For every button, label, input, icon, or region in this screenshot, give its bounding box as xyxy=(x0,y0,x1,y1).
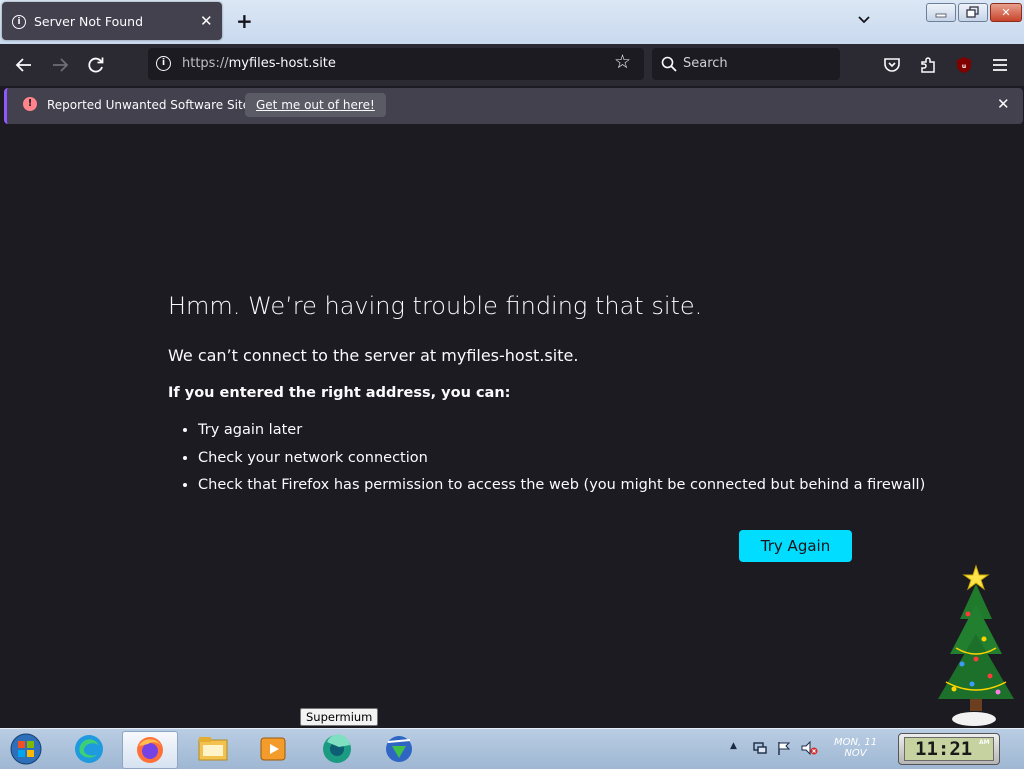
suggestion-list: Try again later Check your network conne… xyxy=(168,418,925,501)
url-scheme: https:// xyxy=(182,56,229,71)
tab-close-icon[interactable]: ✕ xyxy=(200,12,213,30)
extensions-puzzle-icon[interactable] xyxy=(917,54,939,76)
notification-close-icon[interactable]: ✕ xyxy=(997,95,1010,113)
tray-date[interactable]: MON, 11 NOV xyxy=(834,737,877,759)
tab-title: Server Not Found xyxy=(34,14,144,29)
navigation-toolbar: i https://myfiles-host.site ☆ Search u xyxy=(0,44,1024,86)
hamburger-menu-icon[interactable] xyxy=(989,54,1011,76)
site-info-icon[interactable]: i xyxy=(156,56,171,71)
error-title: Hmm. We’re having trouble finding that s… xyxy=(168,292,703,320)
pocket-icon[interactable] xyxy=(881,54,903,76)
minimize-icon xyxy=(935,13,947,18)
bookmark-star-icon[interactable]: ☆ xyxy=(614,51,631,73)
christmas-tree-icon xyxy=(938,564,1014,726)
try-again-button[interactable]: Try Again xyxy=(739,530,852,562)
clock-ampm: AM xyxy=(979,739,990,746)
tray-overflow-chevron-icon[interactable]: ▲ xyxy=(730,741,737,751)
volume-muted-icon[interactable] xyxy=(800,740,818,756)
clock-gadget[interactable]: 11:21 AM xyxy=(898,733,1000,765)
warning-icon: ! xyxy=(23,97,37,111)
back-arrow-icon[interactable] xyxy=(13,54,35,76)
error-description: We can’t connect to the server at myfile… xyxy=(168,346,579,365)
network-icon[interactable] xyxy=(752,740,768,756)
chevron-down-icon[interactable] xyxy=(856,12,872,28)
search-placeholder: Search xyxy=(683,56,728,71)
start-orb-icon[interactable] xyxy=(8,732,44,766)
media-player-icon[interactable] xyxy=(258,734,288,764)
tray-date-month: NOV xyxy=(844,748,867,759)
reload-icon[interactable] xyxy=(85,54,107,76)
edge-icon[interactable] xyxy=(72,733,106,765)
search-icon xyxy=(661,56,677,72)
list-item: Try again later xyxy=(198,418,925,446)
forward-arrow-icon[interactable] xyxy=(49,54,71,76)
url-text[interactable]: https://myfiles-host.site xyxy=(182,56,336,71)
download-manager-icon[interactable] xyxy=(382,732,416,766)
address-bar[interactable]: i https://myfiles-host.site ☆ xyxy=(148,48,644,80)
new-tab-button[interactable]: + xyxy=(236,9,253,33)
minimize-button[interactable] xyxy=(926,3,956,22)
firefox-icon xyxy=(137,737,163,763)
svg-text:u: u xyxy=(962,63,966,70)
supermium-icon[interactable] xyxy=(320,732,354,766)
action-center-flag-icon[interactable] xyxy=(776,740,792,756)
tab-strip: i Server Not Found ✕ + ✕ xyxy=(0,0,1024,44)
taskbar-tooltip: Supermium xyxy=(300,708,379,726)
restore-icon xyxy=(966,6,979,18)
taskbar-firefox-button[interactable] xyxy=(122,731,178,769)
file-explorer-icon[interactable] xyxy=(196,734,230,764)
error-hint: If you entered the right address, you ca… xyxy=(168,385,511,401)
search-input[interactable]: Search xyxy=(652,48,840,80)
window-close-button[interactable]: ✕ xyxy=(990,3,1022,22)
notification-message: Reported Unwanted Software Site! xyxy=(47,98,255,112)
ublock-origin-icon[interactable]: u xyxy=(953,54,975,76)
restore-button[interactable] xyxy=(958,3,988,22)
list-item: Check that Firefox has permission to acc… xyxy=(198,473,925,501)
tab-server-not-found[interactable]: i Server Not Found ✕ xyxy=(2,2,222,40)
unwanted-software-notification: ! Reported Unwanted Software Site! Get m… xyxy=(4,88,1023,124)
info-icon: i xyxy=(12,15,26,29)
get-me-out-button[interactable]: Get me out of here! xyxy=(245,93,386,117)
list-item: Check your network connection xyxy=(198,446,925,474)
url-host: myfiles-host.site xyxy=(228,56,336,71)
tray-date-day: MON, 11 xyxy=(834,737,878,748)
